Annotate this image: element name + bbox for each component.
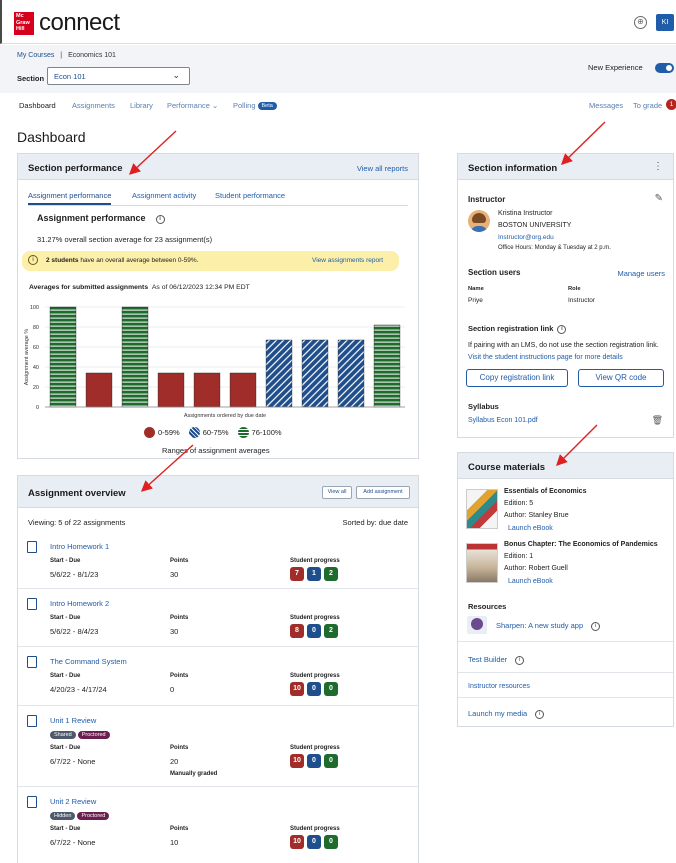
annotation-arrow [128,130,177,175]
annotation-arrow [560,121,606,165]
annotation-arrows [128,121,606,492]
annotation-arrow [556,424,598,466]
annotation-arrow [140,444,194,492]
